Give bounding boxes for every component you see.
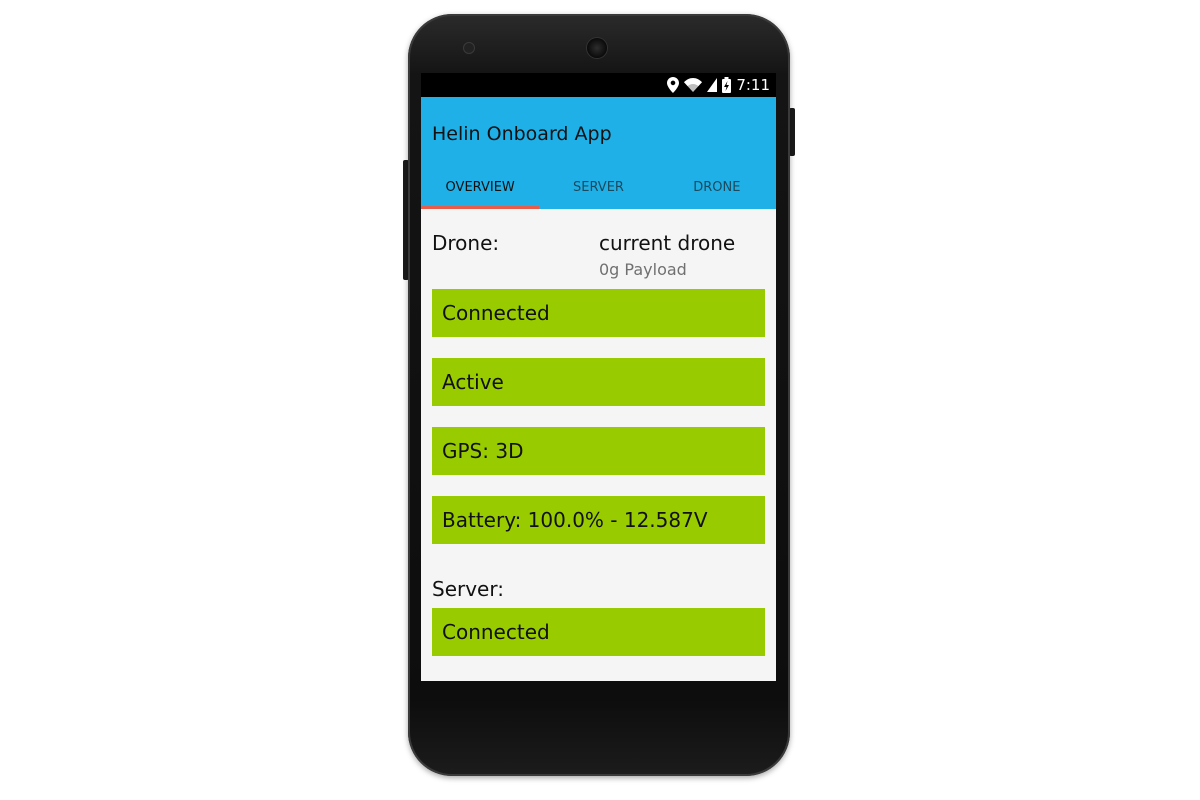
gps-status: GPS: 3D: [432, 427, 765, 475]
earpiece-speaker: [587, 38, 607, 58]
app-bar: Helin Onboard App OVERVIEW SERVER DRONE: [421, 97, 776, 209]
tab-bar: OVERVIEW SERVER DRONE: [421, 173, 776, 209]
status-bar: 7:11: [421, 73, 776, 97]
tab-drone[interactable]: DRONE: [658, 173, 776, 209]
drone-connection-status: Connected: [432, 289, 765, 337]
app-title: Helin Onboard App: [432, 123, 612, 145]
server-connection-status: Connected: [432, 608, 765, 656]
overview-content: Drone: current drone 0g Payload Connecte…: [421, 209, 776, 656]
phone-screen: 7:11 Helin Onboard App OVERVIEW SERVER D…: [421, 73, 776, 681]
tab-overview[interactable]: OVERVIEW: [421, 173, 540, 209]
drone-payload: 0g Payload: [599, 260, 687, 279]
drone-label: Drone:: [432, 231, 500, 255]
clock: 7:11: [736, 76, 770, 94]
front-camera: [464, 43, 474, 53]
drone-header: Drone: current drone 0g Payload: [432, 209, 765, 289]
battery-charging-icon: [722, 77, 732, 93]
server-label: Server:: [432, 577, 504, 601]
signal-icon: [707, 78, 718, 92]
location-icon: [667, 77, 680, 93]
wifi-icon: [684, 78, 703, 92]
tab-server[interactable]: SERVER: [539, 173, 657, 209]
drone-active-status: Active: [432, 358, 765, 406]
drone-name: current drone: [599, 231, 736, 255]
battery-status: Battery: 100.0% - 12.587V: [432, 496, 765, 544]
